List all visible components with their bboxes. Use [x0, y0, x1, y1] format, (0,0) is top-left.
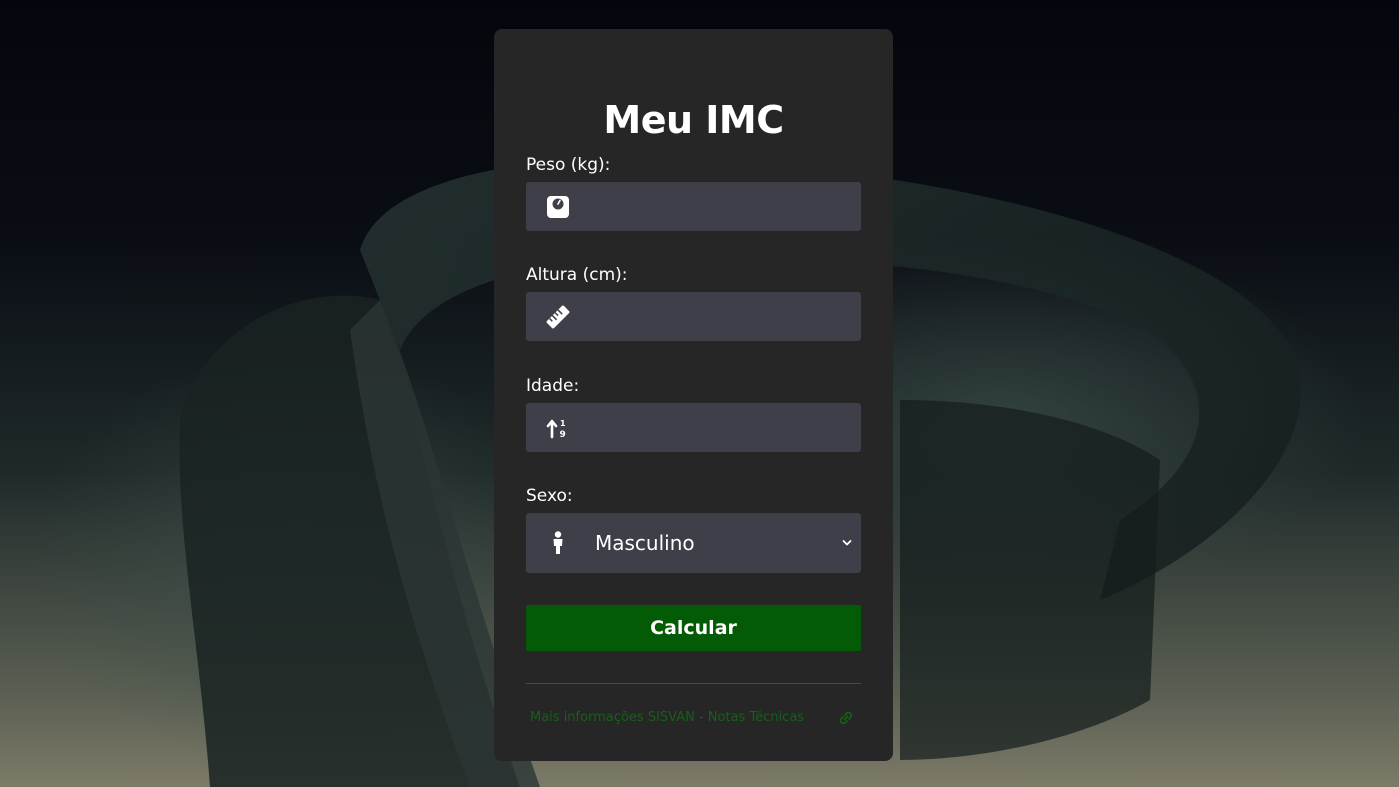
weight-scale-icon: [547, 196, 569, 218]
link-icon[interactable]: [838, 711, 854, 725]
height-label: Altura (cm):: [526, 265, 628, 285]
weight-field[interactable]: [526, 182, 861, 231]
sisvan-link[interactable]: Mais informações SISVAN - Notas Técnicas: [530, 709, 804, 727]
weight-input[interactable]: [586, 182, 851, 231]
bmi-card: Meu IMC Peso (kg): Altura (cm): Idade: 1…: [494, 29, 893, 761]
page-title: Meu IMC: [603, 98, 784, 142]
calculate-button[interactable]: Calcular: [526, 605, 861, 651]
sex-selected-value: Masculino: [595, 531, 695, 555]
sort-numeric-up-icon: 1 9: [546, 419, 566, 440]
age-field[interactable]: 1 9: [526, 403, 861, 452]
height-input[interactable]: [586, 292, 851, 341]
age-input[interactable]: [586, 403, 851, 452]
sex-select[interactable]: Masculino: [526, 513, 861, 573]
chevron-down-icon: [842, 540, 852, 546]
divider: [526, 683, 861, 684]
height-field[interactable]: [526, 292, 861, 341]
ruler-icon: [546, 305, 570, 329]
sex-label: Sexo:: [526, 486, 573, 506]
weight-label: Peso (kg):: [526, 155, 611, 175]
svg-text:1: 1: [560, 419, 566, 428]
person-icon: [553, 531, 563, 554]
age-label: Idade:: [526, 376, 580, 396]
svg-text:9: 9: [560, 430, 566, 440]
